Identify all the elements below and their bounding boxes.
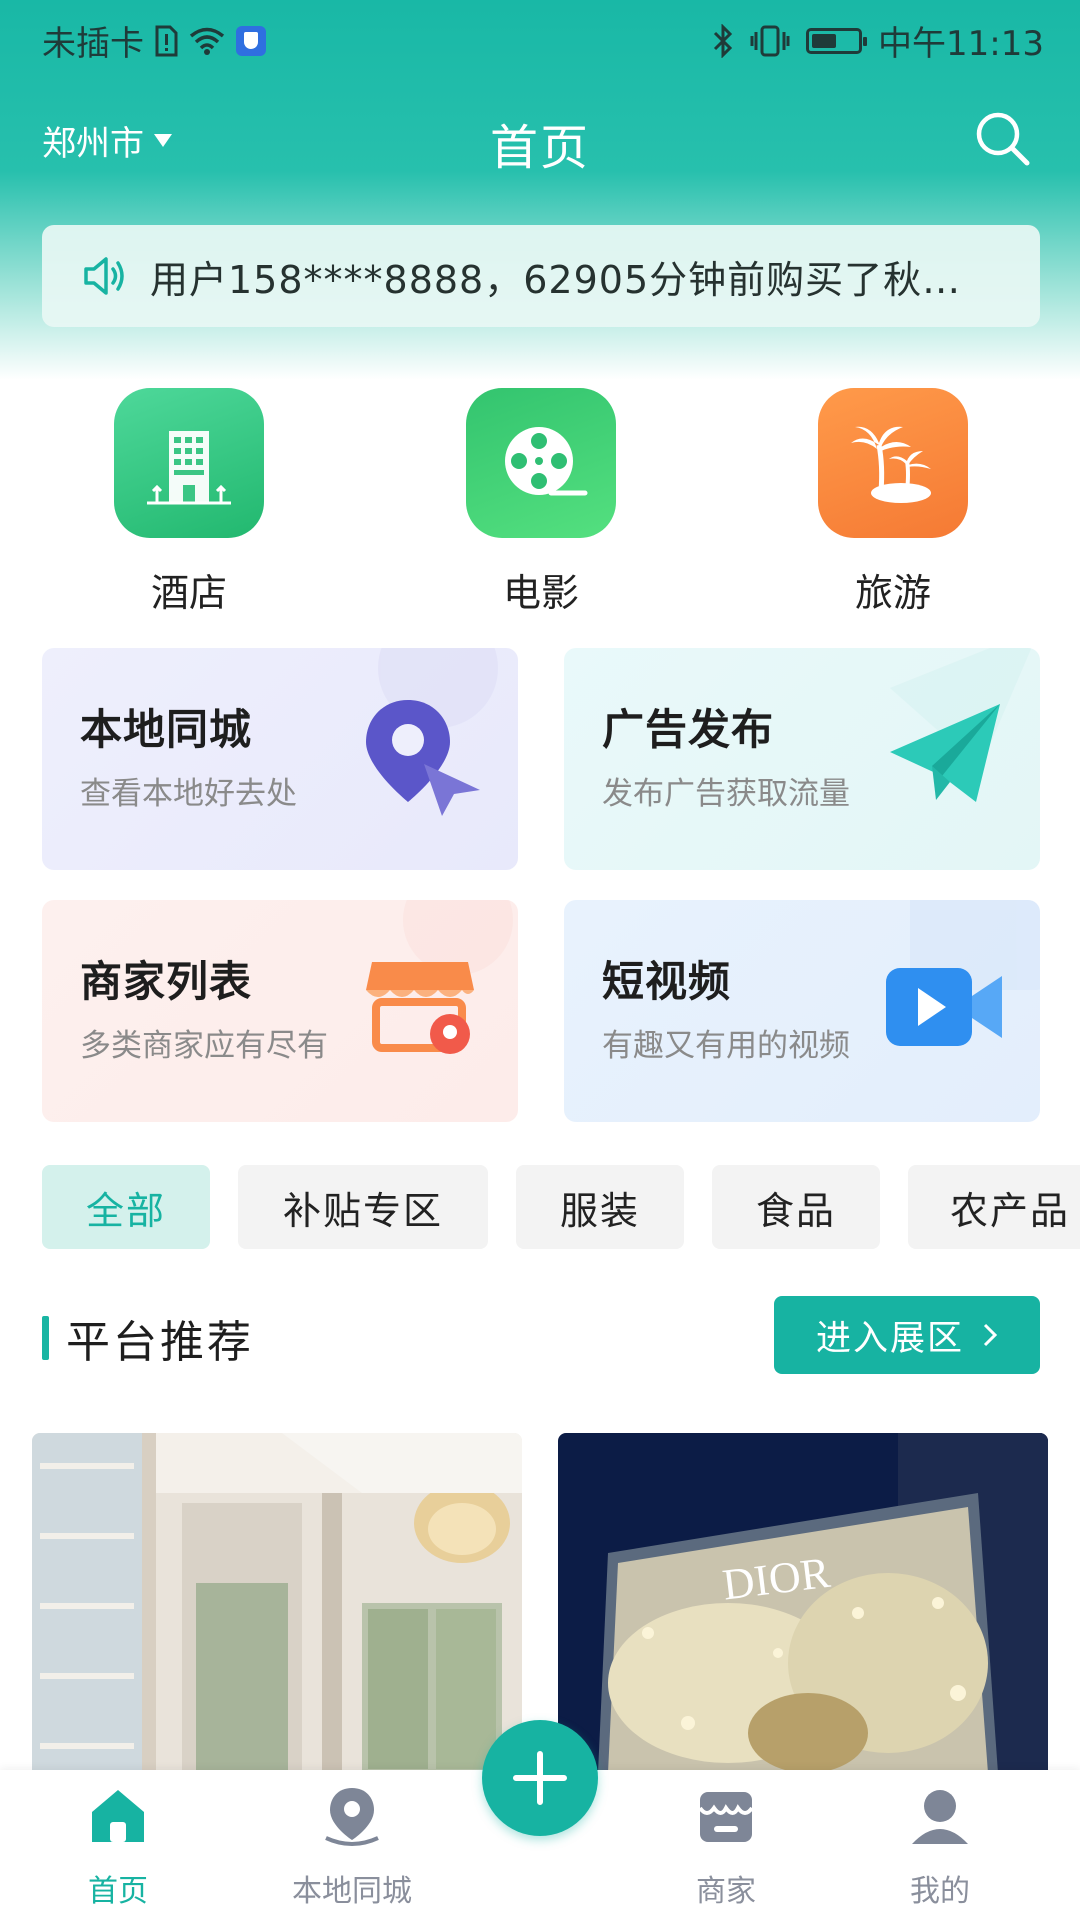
wifi-icon <box>189 27 225 55</box>
palm-island-icon <box>818 388 968 538</box>
chip-farm-products[interactable]: 农产品 <box>908 1165 1080 1249</box>
chip-food[interactable]: 食品 <box>712 1165 880 1249</box>
product-image-interior[interactable] <box>32 1433 522 1773</box>
enter-button-label: 进入展区 <box>815 1318 964 1359</box>
add-button[interactable] <box>482 1720 598 1836</box>
search-icon[interactable] <box>972 108 1032 168</box>
nav-label: 本地同城 <box>292 1874 412 1909</box>
card-ad-publish[interactable]: 广告发布 发布广告获取流量 <box>564 648 1040 870</box>
status-bar: 未插卡 中午11:13 <box>0 0 1080 76</box>
card-merchant-list[interactable]: 商家列表 多类商家应有尽有 <box>42 900 518 1122</box>
chevron-right-icon <box>983 1323 998 1347</box>
nav-label: 首页 <box>88 1874 148 1909</box>
enter-showroom-button[interactable]: 进入展区 <box>774 1296 1040 1374</box>
card-local-city[interactable]: 本地同城 查看本地好去处 <box>42 648 518 870</box>
card-title: 广告发布 <box>602 705 775 754</box>
card-subtitle: 多类商家应有尽有 <box>80 1028 328 1064</box>
speaker-icon <box>84 257 124 295</box>
section-accent-bar <box>42 1316 49 1360</box>
chip-subsidy[interactable]: 补贴专区 <box>238 1165 488 1249</box>
nav-merchants[interactable]: 商家 <box>646 1784 806 1910</box>
location-pin-icon <box>325 1788 379 1846</box>
vibrate-icon <box>750 25 790 56</box>
category-movie[interactable]: 电影 <box>466 388 616 617</box>
section-title: 平台推荐 <box>66 1317 254 1368</box>
card-short-video[interactable]: 短视频 有趣又有用的视频 <box>564 900 1040 1122</box>
carrier-label: 未插卡 <box>42 24 144 64</box>
nav-home[interactable]: 首页 <box>38 1784 198 1910</box>
category-label: 旅游 <box>854 571 931 615</box>
sim-alert-icon <box>155 25 178 56</box>
user-icon <box>912 1790 968 1844</box>
purchase-notice-banner[interactable]: 用户158****8888，62905分钟前购买了秋… <box>42 225 1040 327</box>
dior-storefront-photo: DIOR <box>558 1433 1048 1773</box>
nav-label: 我的 <box>910 1874 970 1909</box>
luxury-interior-photo <box>32 1433 522 1773</box>
category-hotel[interactable]: 酒店 <box>114 388 264 617</box>
bluetooth-icon <box>713 23 733 58</box>
chip-clothing[interactable]: 服装 <box>516 1165 684 1249</box>
page-title: 首页 <box>489 120 590 176</box>
card-title: 本地同城 <box>80 705 253 754</box>
nav-me[interactable]: 我的 <box>860 1784 1020 1910</box>
store-icon <box>698 1792 754 1842</box>
category-travel[interactable]: 旅游 <box>818 388 968 617</box>
card-subtitle: 查看本地好去处 <box>80 776 297 812</box>
location-pin-icon <box>366 700 480 816</box>
card-title: 商家列表 <box>80 957 253 1006</box>
card-subtitle: 发布广告获取流量 <box>602 776 850 812</box>
hotel-icon <box>114 388 264 538</box>
category-chip-bar: 全部 补贴专区 服装 食品 农产品 <box>42 1165 1080 1249</box>
plus-icon <box>513 1751 567 1805</box>
store-icon <box>366 962 474 1054</box>
product-image-storefront[interactable]: DIOR <box>558 1433 1048 1773</box>
home-icon <box>92 1790 144 1842</box>
security-shield-icon <box>236 25 266 56</box>
notice-text: 用户158****8888，62905分钟前购买了秋… <box>150 257 962 302</box>
card-subtitle: 有趣又有用的视频 <box>602 1028 850 1064</box>
category-label: 酒店 <box>150 571 227 615</box>
film-reel-icon <box>466 388 616 538</box>
chip-all[interactable]: 全部 <box>42 1165 210 1249</box>
nav-local-city[interactable]: 本地同城 <box>272 1784 432 1910</box>
clock: 中午11:13 <box>878 24 1044 64</box>
nav-label: 商家 <box>696 1874 756 1909</box>
card-title: 短视频 <box>602 957 732 1006</box>
category-label: 电影 <box>502 571 579 615</box>
paper-plane-icon <box>890 704 1000 802</box>
battery-icon <box>806 27 868 54</box>
top-header: 郑州市 首页 <box>0 100 1080 180</box>
video-camera-icon <box>886 968 1002 1046</box>
